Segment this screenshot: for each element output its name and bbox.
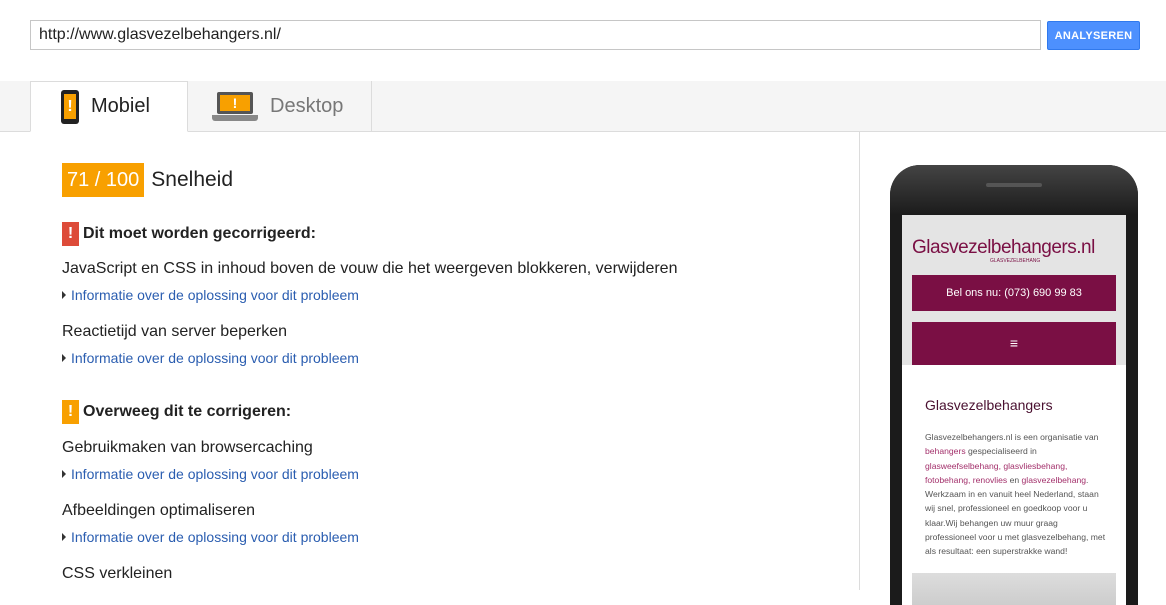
info-link[interactable]: Informatie over de oplossing voor dit pr… — [62, 529, 359, 545]
rule-title: Gebruikmaken van browsercaching — [62, 439, 313, 456]
tab-mobile[interactable]: ! Mobiel — [30, 81, 188, 132]
tab-desktop-label: Desktop — [270, 95, 344, 117]
mobile-preview: Glasvezelbehangers.nl GLASVEZELBEHANG Be… — [890, 165, 1138, 605]
mobile-warning-icon: ! — [61, 89, 79, 124]
score-badge: 71 / 100 — [62, 163, 145, 197]
preview-call-button: Bel ons nu: (073) 690 99 83 — [912, 275, 1116, 311]
caret-right-icon — [62, 291, 66, 299]
must-fix-heading: ! Dit moet worden gecorrigeerd: — [62, 222, 316, 246]
preview-body-text: Glasvezelbehangers.nl is een organisatie… — [925, 432, 1106, 557]
preview-screen: Glasvezelbehangers.nl GLASVEZELBEHANG Be… — [902, 215, 1126, 605]
rule-title: Afbeeldingen optimaliseren — [62, 502, 256, 519]
must-fix-title: Dit moet worden gecorrigeerd: — [83, 225, 316, 242]
tab-mobile-label: Mobiel — [91, 95, 150, 117]
preview-title: Glasvezelbehangers — [925, 397, 1053, 413]
error-icon: ! — [62, 222, 79, 246]
preview-image — [912, 573, 1116, 605]
url-input[interactable] — [30, 20, 1041, 50]
preview-logo-tagline: GLASVEZELBEHANG — [990, 258, 1041, 264]
device-tabbar: ! Mobiel ! Desktop — [0, 81, 1166, 132]
info-link[interactable]: Informatie over de oplossing voor dit pr… — [62, 287, 359, 303]
caret-right-icon — [62, 470, 66, 478]
info-link[interactable]: Informatie over de oplossing voor dit pr… — [62, 350, 359, 366]
consider-fix-heading: ! Overweeg dit te corrigeren: — [62, 400, 291, 424]
caret-right-icon — [62, 533, 66, 541]
score-label: Snelheid — [151, 168, 234, 191]
panel-divider — [859, 132, 860, 590]
preview-menu-icon: ≡ — [912, 322, 1116, 365]
consider-fix-title: Overweeg dit te corrigeren: — [83, 403, 292, 420]
rule-title: JavaScript en CSS in inhoud boven de vou… — [62, 260, 678, 277]
speaker-grille — [986, 183, 1042, 187]
warning-icon: ! — [62, 400, 79, 424]
preview-logo: Glasvezelbehangers.nl — [912, 237, 1095, 258]
speed-score: 71 / 100 Snelheid — [62, 163, 233, 197]
desktop-warning-icon: ! — [212, 91, 258, 122]
info-link[interactable]: Informatie over de oplossing voor dit pr… — [62, 466, 359, 482]
rule-title: Reactietijd van server beperken — [62, 323, 288, 340]
analyze-button[interactable]: ANALYSEREN — [1047, 21, 1140, 50]
rule-title: CSS verkleinen — [62, 565, 173, 582]
preview-header: Glasvezelbehangers.nl GLASVEZELBEHANG Be… — [902, 215, 1126, 365]
caret-right-icon — [62, 354, 66, 362]
tab-desktop[interactable]: ! Desktop — [188, 81, 372, 132]
